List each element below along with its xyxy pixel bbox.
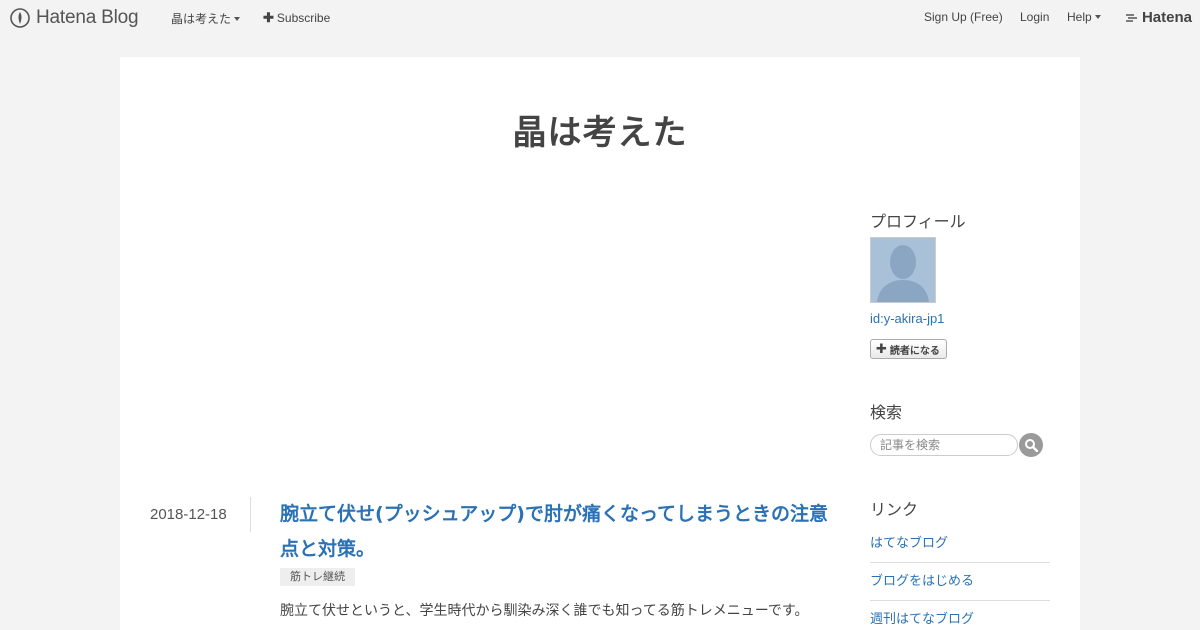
- search-icon: [1025, 439, 1038, 452]
- entry-category-tag[interactable]: 筋トレ継続: [280, 568, 355, 586]
- plus-icon: ✚: [876, 341, 887, 357]
- subscribe-label: Subscribe: [276, 11, 331, 25]
- ad-placeholder: [150, 197, 840, 477]
- entry-title-link[interactable]: 腕立て伏せ(プッシュアップ)で肘が痛くなってしまうときの注意点と対策。: [280, 497, 840, 567]
- links-heading: リンク: [870, 500, 919, 519]
- logo-text: Hatena Blog: [36, 7, 139, 28]
- blog-menu-label: 晶は考えた: [171, 12, 232, 26]
- search-input[interactable]: [870, 434, 1018, 456]
- caret-down-icon: [1094, 15, 1101, 19]
- links-list: はてなブログ ブログをはじめる 週刊はてなブログ: [870, 525, 1050, 630]
- profile-heading: プロフィール: [870, 212, 966, 231]
- help-dropdown[interactable]: Help: [1067, 10, 1101, 24]
- plus-icon: ✚: [263, 10, 274, 25]
- login-link[interactable]: Login: [1020, 10, 1049, 24]
- subscribe-button[interactable]: ✚ 読者になる: [870, 339, 947, 359]
- blog-menu-dropdown[interactable]: 晶は考えた: [171, 10, 241, 27]
- link-item[interactable]: ブログをはじめる: [870, 563, 1050, 601]
- search-button[interactable]: [1019, 433, 1043, 457]
- caret-down-icon: [234, 16, 241, 21]
- signup-link[interactable]: Sign Up (Free): [924, 10, 1003, 24]
- hatena-label: Hatena: [1141, 9, 1192, 26]
- link-item[interactable]: はてなブログ: [870, 525, 1050, 563]
- search-heading: 検索: [870, 403, 903, 422]
- help-label: Help: [1067, 10, 1092, 24]
- subscribe-button-label: 読者になる: [889, 345, 940, 357]
- hatena-blog-logo-icon: [10, 8, 30, 28]
- global-header-bar: Hatena Blog 晶は考えた ✚ Subscribe Sign Up (F…: [0, 0, 1200, 36]
- link-item[interactable]: 週刊はてなブログ: [870, 601, 1050, 630]
- hatena-home-link[interactable]: Hatena: [1125, 9, 1192, 26]
- date-divider: [250, 497, 251, 532]
- subscribe-link[interactable]: ✚ Subscribe: [263, 10, 330, 26]
- blog-title[interactable]: 晶は考えた: [120, 105, 1080, 154]
- entry-date[interactable]: 2018-12-18: [150, 506, 227, 523]
- hatena-logo-icon: [1125, 13, 1137, 22]
- signup-label: Sign Up (Free): [924, 10, 1003, 24]
- profile-id-link[interactable]: id:y-akira-jp1: [870, 311, 944, 326]
- default-avatar-icon: [871, 238, 935, 302]
- avatar[interactable]: [870, 237, 936, 303]
- login-label: Login: [1020, 10, 1050, 24]
- hatena-blog-logo[interactable]: Hatena Blog: [10, 6, 139, 30]
- entry-excerpt: 腕立て伏せというと、学生時代から馴染み深く誰でも知ってる筋トレメニューです。: [280, 603, 809, 619]
- blog-content-area: 晶は考えた 2018-12-18 腕立て伏せ(プッシュアップ)で肘が痛くなってし…: [120, 57, 1080, 630]
